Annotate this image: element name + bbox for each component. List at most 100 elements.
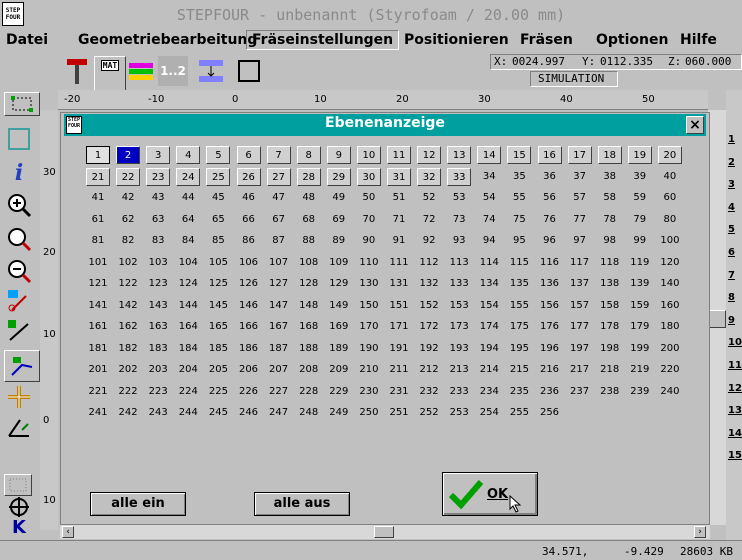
layer-cell-210[interactable]: 210 xyxy=(357,361,381,379)
layer-cell-5[interactable]: 5 xyxy=(206,146,231,164)
layer-cell-99[interactable]: 99 xyxy=(628,232,652,250)
layer-cell-213[interactable]: 213 xyxy=(447,361,471,379)
layer-cell-19[interactable]: 19 xyxy=(627,146,652,164)
layer-cell-113[interactable]: 113 xyxy=(447,254,471,272)
layer-cell-246[interactable]: 246 xyxy=(237,404,261,422)
layer-cell-112[interactable]: 112 xyxy=(417,254,441,272)
layer-cell-135[interactable]: 135 xyxy=(507,275,531,293)
layer-cell-222[interactable]: 222 xyxy=(116,383,140,401)
layer-cell-115[interactable]: 115 xyxy=(507,254,531,272)
ramp-tool-button[interactable] xyxy=(4,350,40,382)
layer-cell-72[interactable]: 72 xyxy=(417,211,441,229)
layer-cell-136[interactable]: 136 xyxy=(538,275,562,293)
layer-cell-87[interactable]: 87 xyxy=(267,232,291,250)
layer-cell-185[interactable]: 185 xyxy=(206,340,230,358)
layer-cell-65[interactable]: 65 xyxy=(206,211,230,229)
layer-cell-164[interactable]: 164 xyxy=(176,318,200,336)
layer-cell-233[interactable]: 233 xyxy=(447,383,471,401)
layer-cell-76[interactable]: 76 xyxy=(538,211,562,229)
scroll-left-icon[interactable]: ‹ xyxy=(62,526,74,538)
zoom-out-button[interactable] xyxy=(4,256,34,286)
layer-cell-251[interactable]: 251 xyxy=(387,404,411,422)
layer-cell-22[interactable]: 22 xyxy=(116,167,141,186)
layer-cell-124[interactable]: 124 xyxy=(176,275,200,293)
layer-cell-221[interactable]: 221 xyxy=(86,383,110,401)
layer-cell-67[interactable]: 67 xyxy=(267,211,291,229)
info-button[interactable]: ⅰ xyxy=(4,158,34,188)
layer-cell-141[interactable]: 141 xyxy=(86,297,110,315)
layer-cell-177[interactable]: 177 xyxy=(568,318,592,336)
layer-cell-214[interactable]: 214 xyxy=(477,361,501,379)
layer-cell-134[interactable]: 134 xyxy=(477,275,501,293)
layer-cell-145[interactable]: 145 xyxy=(206,297,230,315)
layer-cell-118[interactable]: 118 xyxy=(598,254,622,272)
layer-cell-159[interactable]: 159 xyxy=(628,297,652,315)
layer-cell-58[interactable]: 58 xyxy=(598,189,622,207)
hscroll-thumb[interactable] xyxy=(374,526,394,538)
layer-cell-209[interactable]: 209 xyxy=(327,361,351,379)
layer-cell-128[interactable]: 128 xyxy=(297,275,321,293)
layer-cell-166[interactable]: 166 xyxy=(237,318,261,336)
layer-cell-68[interactable]: 68 xyxy=(297,211,321,229)
layer-cell-225[interactable]: 225 xyxy=(206,383,230,401)
zoom-window-button[interactable] xyxy=(4,224,34,254)
layer-cell-119[interactable]: 119 xyxy=(628,254,652,272)
view-button[interactable] xyxy=(4,124,34,154)
layer-cell-69[interactable]: 69 xyxy=(327,211,351,229)
k-tool-button[interactable]: K xyxy=(4,512,34,542)
layer-cell-176[interactable]: 176 xyxy=(538,318,562,336)
layers-button[interactable] xyxy=(126,56,156,86)
layer-cell-195[interactable]: 195 xyxy=(507,340,531,358)
layer-cell-220[interactable]: 220 xyxy=(658,361,682,379)
layer-cell-156[interactable]: 156 xyxy=(538,297,562,315)
layer-cell-173[interactable]: 173 xyxy=(447,318,471,336)
layer-cell-35[interactable]: 35 xyxy=(507,168,531,186)
layer-cell-133[interactable]: 133 xyxy=(447,275,471,293)
layer-cell-86[interactable]: 86 xyxy=(237,232,261,250)
layer-cell-50[interactable]: 50 xyxy=(357,189,381,207)
layer-cell-121[interactable]: 121 xyxy=(86,275,110,293)
layer-strip-item-1[interactable]: 1 xyxy=(728,134,735,145)
layer-cell-29[interactable]: 29 xyxy=(326,167,351,186)
layer-cell-178[interactable]: 178 xyxy=(598,318,622,336)
layer-cell-57[interactable]: 57 xyxy=(568,189,592,207)
all-on-button[interactable]: alle ein xyxy=(90,492,186,516)
layer-strip-item-10[interactable]: 10 xyxy=(728,337,742,348)
layer-cell-229[interactable]: 229 xyxy=(327,383,351,401)
layer-cell-81[interactable]: 81 xyxy=(86,232,110,250)
layer-cell-207[interactable]: 207 xyxy=(267,361,291,379)
layer-cell-230[interactable]: 230 xyxy=(357,383,381,401)
layer-cell-149[interactable]: 149 xyxy=(327,297,351,315)
layer-cell-32[interactable]: 32 xyxy=(417,167,442,186)
layer-cell-144[interactable]: 144 xyxy=(176,297,200,315)
layer-cell-4[interactable]: 4 xyxy=(176,146,201,164)
layer-cell-25[interactable]: 25 xyxy=(206,167,231,186)
layer-cell-181[interactable]: 181 xyxy=(86,340,110,358)
layer-cell-91[interactable]: 91 xyxy=(387,232,411,250)
tool-settings-button[interactable] xyxy=(62,56,92,86)
layer-cell-74[interactable]: 74 xyxy=(477,211,501,229)
layer-cell-241[interactable]: 241 xyxy=(86,404,110,422)
layer-cell-198[interactable]: 198 xyxy=(598,340,622,358)
layer-cell-28[interactable]: 28 xyxy=(296,167,321,186)
layer-cell-127[interactable]: 127 xyxy=(267,275,291,293)
layer-cell-63[interactable]: 63 xyxy=(146,211,170,229)
layer-cell-191[interactable]: 191 xyxy=(387,340,411,358)
frame-button[interactable] xyxy=(234,56,264,86)
layer-cell-108[interactable]: 108 xyxy=(297,254,321,272)
layer-cell-51[interactable]: 51 xyxy=(387,189,411,207)
layer-cell-189[interactable]: 189 xyxy=(327,340,351,358)
layer-cell-239[interactable]: 239 xyxy=(628,383,652,401)
layer-cell-45[interactable]: 45 xyxy=(206,189,230,207)
layer-cell-216[interactable]: 216 xyxy=(538,361,562,379)
layer-cell-52[interactable]: 52 xyxy=(417,189,441,207)
layer-cell-103[interactable]: 103 xyxy=(146,254,170,272)
layer-cell-125[interactable]: 125 xyxy=(206,275,230,293)
layer-cell-17[interactable]: 17 xyxy=(567,146,592,164)
layer-cell-8[interactable]: 8 xyxy=(296,146,321,164)
layer-cell-41[interactable]: 41 xyxy=(86,189,110,207)
layer-cell-243[interactable]: 243 xyxy=(146,404,170,422)
layer-cell-33[interactable]: 33 xyxy=(447,167,472,186)
move-button[interactable] xyxy=(4,382,34,412)
layer-cell-158[interactable]: 158 xyxy=(598,297,622,315)
